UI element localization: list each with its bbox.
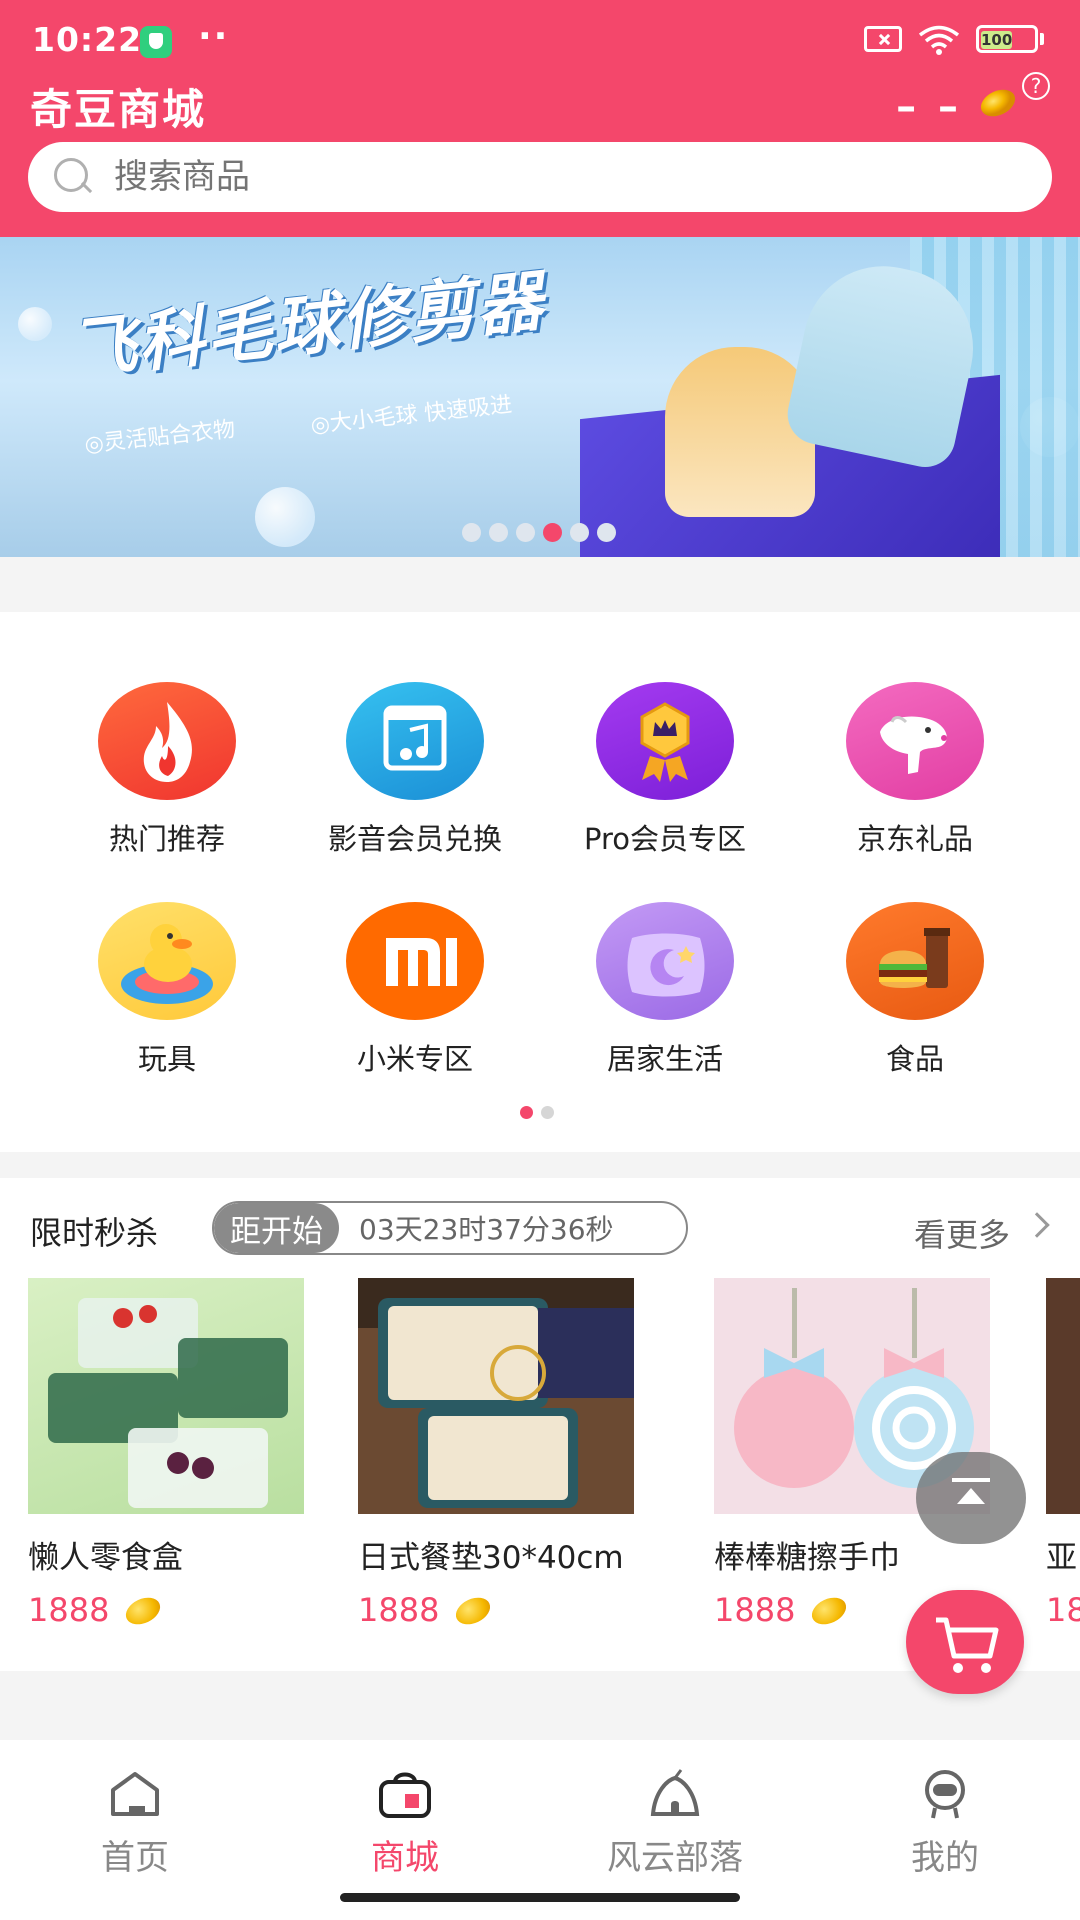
product-price: 1888: [358, 1591, 634, 1629]
crown-badge-icon: [596, 682, 734, 800]
product-card[interactable]: 懒人零食盒 1888: [28, 1278, 304, 1629]
nav-label: 风云部落: [607, 1838, 743, 1878]
category-food[interactable]: 食品: [790, 902, 1040, 1078]
category-av-membership[interactable]: 影音会员兑换: [290, 682, 540, 858]
category-label: 食品: [885, 1042, 944, 1076]
category-dot[interactable]: [541, 1106, 554, 1119]
banner-dot[interactable]: [489, 523, 508, 542]
more-notifications-icon: ··: [198, 16, 230, 57]
category-label: Pro会员专区: [583, 822, 746, 856]
status-bar: 10:22 ·· 100: [0, 0, 1080, 80]
cart-icon: [936, 1617, 999, 1673]
cart-button[interactable]: [906, 1590, 1024, 1694]
shop-bag-icon: [375, 1768, 435, 1820]
scroll-to-top-button[interactable]: [916, 1452, 1026, 1544]
product-name: 日式餐垫30*40cm: [358, 1540, 624, 1576]
bean-balance: – –: [896, 84, 962, 130]
nav-shop[interactable]: 商城: [305, 1768, 505, 1879]
home-indicator[interactable]: [340, 1893, 740, 1902]
category-dot-active[interactable]: [520, 1106, 533, 1119]
nav-label: 我的: [911, 1838, 979, 1878]
price-value: 1888: [714, 1591, 796, 1629]
search-bar[interactable]: [28, 142, 1052, 212]
product-name: 懒人零食盒: [28, 1540, 183, 1576]
product-card[interactable]: 亚 18: [1046, 1278, 1080, 1629]
product-image: [1046, 1278, 1080, 1514]
home-icon: [105, 1768, 165, 1820]
price-value: 1888: [28, 1591, 110, 1629]
nav-label: 商城: [371, 1838, 439, 1878]
banner-dot-active[interactable]: [543, 523, 562, 542]
jd-dog-icon: [846, 682, 984, 800]
category-pagination: [520, 1106, 554, 1119]
gold-bean-icon: [809, 1595, 849, 1625]
music-film-icon: [346, 682, 484, 800]
tribe-tent-icon: [645, 1768, 705, 1820]
battery-icon: 100: [976, 25, 1044, 53]
category-grid: 热门推荐 影音会员兑换 Pro会员专区 京东礼品 玩具 小米专区 居家生活 食品: [0, 612, 1080, 1152]
wifi-icon: [918, 24, 960, 55]
gold-bean-icon[interactable]: [978, 86, 1018, 117]
product-card[interactable]: 日式餐垫30*40cm 1888: [358, 1278, 634, 1629]
chevron-right-icon[interactable]: [1024, 1212, 1050, 1238]
category-label: 影音会员兑换: [327, 822, 502, 856]
banner-dot[interactable]: [570, 523, 589, 542]
product-name: 亚: [1046, 1540, 1077, 1576]
battery-level: 100: [981, 31, 1013, 49]
category-hot[interactable]: 热门推荐: [42, 682, 292, 858]
product-price: 1888: [28, 1591, 304, 1629]
burger-icon: [846, 902, 984, 1020]
category-toys[interactable]: 玩具: [42, 902, 292, 1078]
product-price: 18: [1046, 1591, 1080, 1629]
category-jd-gifts[interactable]: 京东礼品: [790, 682, 1040, 858]
profile-icon: [915, 1768, 975, 1820]
nav-profile[interactable]: 我的: [845, 1768, 1045, 1879]
page-title: 奇豆商城: [30, 85, 207, 134]
product-image: [358, 1278, 634, 1514]
see-more-link[interactable]: 看更多: [914, 1210, 1010, 1256]
nav-tribe[interactable]: 风云部落: [575, 1768, 775, 1879]
status-time: 10:22: [32, 20, 143, 59]
banner-dot[interactable]: [597, 523, 616, 542]
gold-bean-icon: [123, 1595, 163, 1625]
pillow-moon-icon: [596, 902, 734, 1020]
countdown-label: 距开始: [214, 1203, 339, 1253]
category-home-living[interactable]: 居家生活: [540, 902, 790, 1078]
category-label: 小米专区: [356, 1042, 473, 1076]
category-label: 居家生活: [606, 1042, 723, 1076]
app-header: 10:22 ·· 100 奇豆商城 – – ?: [0, 0, 1080, 237]
category-label: 京东礼品: [856, 822, 973, 856]
banner-pagination: [462, 523, 616, 542]
product-image: [28, 1278, 304, 1514]
no-sim-icon: [864, 26, 902, 52]
nav-home[interactable]: 首页: [35, 1768, 235, 1879]
nav-label: 首页: [101, 1838, 169, 1878]
gold-bean-icon: [453, 1595, 493, 1625]
price-value: 18: [1046, 1591, 1080, 1629]
banner-dot[interactable]: [516, 523, 535, 542]
mi-logo-icon: [346, 902, 484, 1020]
category-label: 玩具: [137, 1042, 196, 1076]
countdown-timer: 距开始 03天23时37分36秒: [212, 1201, 688, 1255]
banner-subtitle-1: ◎灵活贴合衣物: [83, 417, 237, 458]
search-icon: [52, 156, 94, 198]
banner-subtitle-2: ◎大小毛球 快速吸进: [309, 392, 514, 439]
category-label: 热门推荐: [108, 822, 225, 856]
fire-icon: [98, 682, 236, 800]
category-xiaomi[interactable]: 小米专区: [290, 902, 540, 1078]
flash-sale-title: 限时秒杀: [30, 1214, 159, 1252]
countdown-time: 03天23时37分36秒: [359, 1213, 614, 1246]
banner-dot[interactable]: [462, 523, 481, 542]
security-shield-icon: [140, 26, 172, 58]
help-icon[interactable]: ?: [1022, 72, 1050, 100]
search-input[interactable]: [114, 157, 1052, 197]
price-value: 1888: [358, 1591, 440, 1629]
promo-banner[interactable]: 飞科毛球修剪器 ◎灵活贴合衣物 ◎大小毛球 快速吸进: [0, 237, 1080, 557]
category-pro-member[interactable]: Pro会员专区: [540, 682, 790, 858]
banner-title: 飞科毛球修剪器: [66, 262, 548, 389]
duck-toy-icon: [98, 902, 236, 1020]
